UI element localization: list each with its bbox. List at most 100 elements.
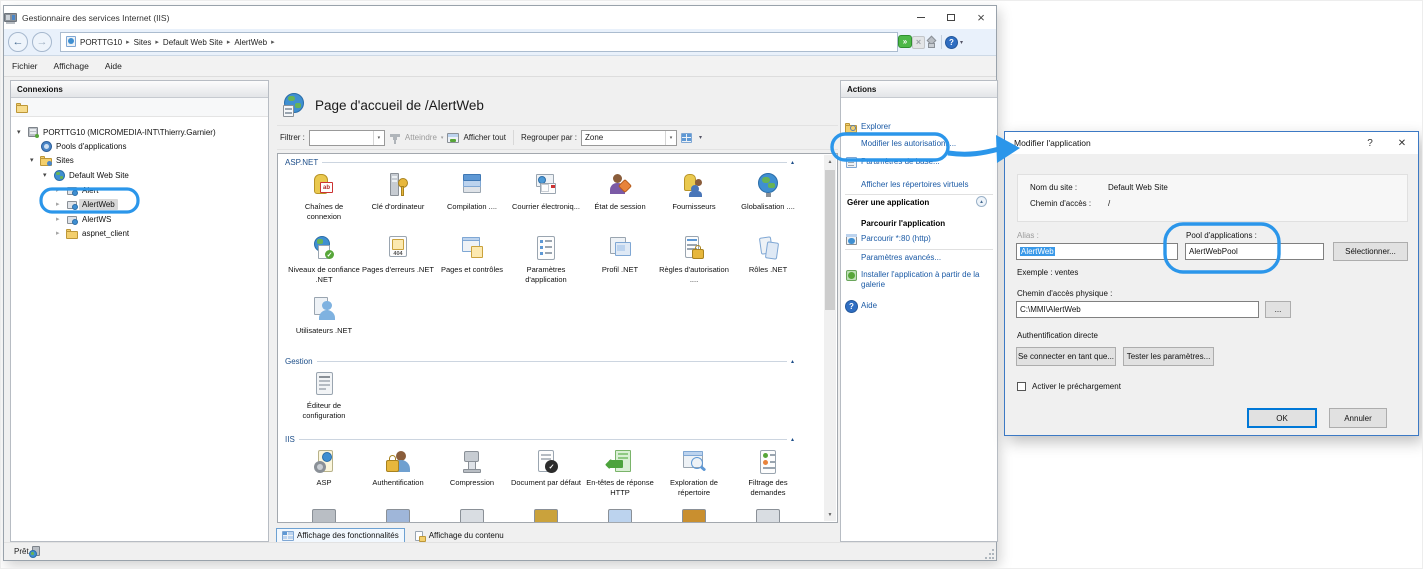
feature-en-t-tes-de-r-ponse-http[interactable] [584,447,656,477]
scrollbar-thumb[interactable] [825,170,835,310]
feature-utilisateurs-net[interactable] [288,293,360,323]
dialog-close-button[interactable]: ✕ [1386,132,1418,154]
filter-input[interactable]: ▾ [309,130,385,146]
collapse-section-icon[interactable]: ▴ [791,358,794,365]
close-button[interactable] [966,6,996,29]
feature-param-tres-d-application[interactable] [510,233,582,263]
tree-item-default[interactable]: ▾Default Web Site [43,168,132,182]
menu-fichier[interactable]: Fichier [4,61,46,71]
feature-cl-d-ordinateur[interactable] [362,170,434,200]
scroll-up-icon[interactable]: ▲ [824,155,836,168]
feature-authentification[interactable] [362,447,434,477]
breadcrumb-separator-icon[interactable]: ▸ [270,38,276,46]
stop-icon[interactable]: × [912,36,925,49]
browse-button[interactable]: ... [1265,301,1291,318]
action-parcourir-l-application[interactable]: Parcourir l'application [841,219,997,229]
feature-filtrage-des-demandes[interactable] [732,447,804,477]
tree-item-alertweb[interactable]: ▸AlertWeb [56,197,118,211]
tree-item-sites[interactable]: ▾Sites [30,153,77,167]
feature-courrier-lectroniq[interactable] [510,170,582,200]
group-by-select[interactable]: Zone ▾ [581,130,677,146]
feature-tat-de-session[interactable] [584,170,656,200]
feature-profil-net[interactable] [584,233,656,263]
menu-aide[interactable]: Aide [97,61,130,71]
tree-expanded-icon[interactable]: ▾ [30,156,40,164]
action-parcourir-80-http[interactable]: Parcourir *:80 (http) [841,234,997,244]
feature-asp[interactable] [288,447,360,477]
chevron-down-icon[interactable]: ▾ [373,131,384,145]
scrollbar[interactable]: ▲ ▼ [824,155,836,521]
action-installer-l-application-partir-de-la-galerie[interactable]: Installer l'application à partir de la g… [841,270,997,290]
feature-compression[interactable] [436,447,508,477]
physical-path-field[interactable]: C:\MMI\AlertWeb [1016,301,1259,318]
action-label: Aide [861,301,877,310]
tree-item-alertws[interactable]: ▸AlertWS [56,212,114,226]
go-dropdown-caret[interactable]: ▾ [441,135,444,141]
collapse-group-icon[interactable]: ▴ [976,196,987,207]
feature-r-les-net[interactable] [732,233,804,263]
dialog-help-button[interactable]: ? [1354,132,1386,154]
ok-button[interactable]: OK [1247,408,1317,428]
home-icon[interactable] [925,36,938,49]
feature-niveaux-de-confiance-net[interactable]: ✓ [288,233,360,263]
action-label: Parcourir *:80 (http) [861,234,931,243]
feature-pages-et-contr-les[interactable] [436,233,508,263]
tree-item-alert[interactable]: ▸Alert [56,183,101,197]
tree-expanded-icon[interactable]: ▾ [43,171,53,179]
feature-diteur-de-configuration[interactable] [288,369,360,399]
feature-r-gles-d-autorisation[interactable] [658,233,730,263]
feature-document-par-d-faut[interactable]: ✓ [510,447,582,477]
action-explorer[interactable]: Explorer [841,122,997,132]
minimize-button[interactable] [906,6,936,29]
action-param-tres-de-base[interactable]: Paramètres de base... [841,157,997,167]
forward-button[interactable]: → [32,32,52,52]
feature-pages-d-erreurs-net[interactable]: 404 [362,233,434,263]
back-button[interactable]: ← [8,32,28,52]
tree-collapsed-icon[interactable]: ▸ [56,229,66,237]
feature-globalisation[interactable] [732,170,804,200]
action-aide[interactable]: ?Aide [841,301,997,311]
connect-as-button[interactable]: Se connecter en tant que... [1016,347,1116,366]
tree-expanded-icon[interactable]: ▾ [17,128,27,136]
app-pool-field[interactable]: AlertWebPool [1185,243,1324,260]
alias-field[interactable]: AlertWeb [1016,243,1178,260]
tree-collapsed-icon[interactable]: ▸ [56,215,66,223]
action-afficher-les-r-pertoires-virtuels[interactable]: Afficher les répertoires virtuels [841,180,997,190]
breadcrumb-porttg10[interactable]: PORTTG10 [77,38,125,47]
cancel-button[interactable]: Annuler [1329,408,1387,428]
resize-grip[interactable] [985,549,994,558]
view-mode-caret[interactable]: ▾ [699,134,702,141]
breadcrumb-alertweb[interactable]: AlertWeb [231,38,270,47]
tree-item-porttg10[interactable]: ▾PORTTG10 (MICROMEDIA-INT\Thierry.Garnie… [17,125,219,139]
help-icon[interactable]: ? [945,36,958,49]
go-button[interactable]: Atteindre [405,133,437,142]
action-label: Paramètres avancés... [861,253,941,262]
refresh-icon[interactable]: » [898,35,912,49]
tree-item-aspnet-client[interactable]: ▸aspnet_client [56,226,132,240]
collapse-section-icon[interactable]: ▴ [791,436,794,443]
preload-checkbox[interactable] [1017,382,1026,391]
action-param-tres-avanc-s[interactable]: Paramètres avancés... [841,253,997,263]
feature-compilation[interactable] [436,170,508,200]
feature-cha-nes-de-connexion[interactable]: ab [288,170,360,200]
feature-exploration-de-r-pertoire[interactable] [658,447,730,477]
action-modifier-les-autorisations[interactable]: Modifier les autorisations... [841,139,997,149]
open-folder-icon[interactable] [16,101,29,114]
menu-affichage[interactable]: Affichage [46,61,97,71]
tree-collapsed-icon[interactable]: ▸ [56,186,66,194]
select-button[interactable]: Sélectionner... [1333,242,1408,261]
breadcrumb-default-web-site[interactable]: Default Web Site [160,38,226,47]
tree-collapsed-icon[interactable]: ▸ [56,200,66,208]
tree-item-pools[interactable]: Pools d'applications [30,139,129,153]
view-mode-icon[interactable] [681,132,693,144]
maximize-button[interactable] [936,6,966,29]
scroll-down-icon[interactable]: ▼ [824,508,836,521]
show-all-button[interactable]: Afficher tout [463,133,506,142]
feature-fournisseurs[interactable] [658,170,730,200]
collapse-section-icon[interactable]: ▴ [791,159,794,166]
breadcrumb[interactable]: PORTTG10▸Sites▸Default Web Site▸AlertWeb… [60,32,898,52]
chevron-down-icon[interactable]: ▾ [665,131,676,145]
help-dropdown-caret[interactable]: ▾ [960,39,963,46]
test-settings-button[interactable]: Tester les paramètres... [1123,347,1214,366]
breadcrumb-sites[interactable]: Sites [131,38,155,47]
